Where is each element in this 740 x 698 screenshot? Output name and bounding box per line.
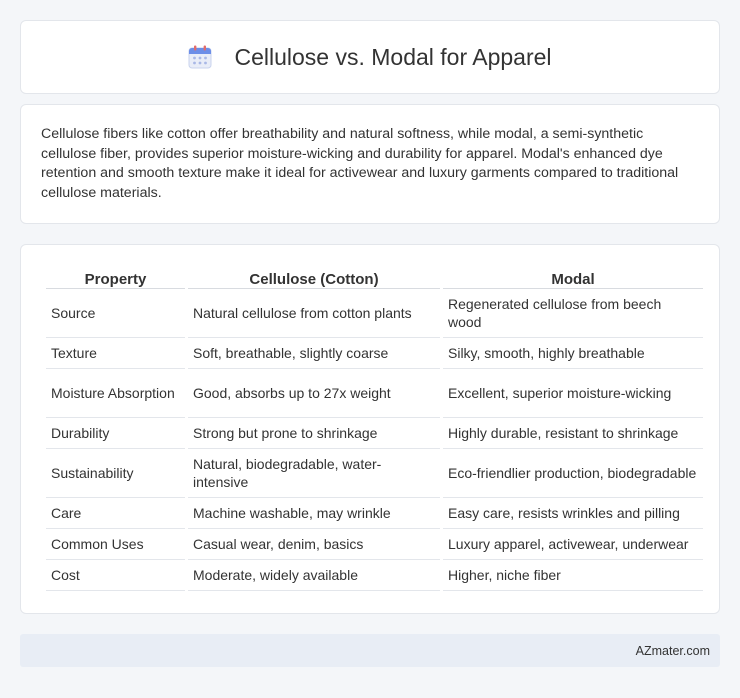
column-header-cellulose: Cellulose (Cotton) — [188, 265, 440, 289]
column-header-property: Property — [46, 265, 185, 289]
footer: AZmater.com — [20, 634, 720, 667]
row-modal-value: Regenerated cellulose from beech wood — [443, 289, 703, 338]
table-row: Moisture Absorption Good, absorbs up to … — [46, 369, 703, 418]
row-modal-value: Luxury apparel, activewear, underwear — [443, 529, 703, 560]
title-card: Cellulose vs. Modal for Apparel — [20, 20, 720, 94]
row-cellulose-value: Casual wear, denim, basics — [188, 529, 440, 560]
row-cellulose-value: Strong but prone to shrinkage — [188, 418, 440, 449]
footer-brand[interactable]: AZmater.com — [636, 644, 710, 658]
table-row: Common Uses Casual wear, denim, basics L… — [46, 529, 703, 560]
row-property: Common Uses — [46, 529, 185, 560]
table-header-row: Property Cellulose (Cotton) Modal — [46, 265, 703, 289]
row-cellulose-value: Natural, biodegradable, water-intensive — [188, 449, 440, 498]
row-modal-value: Higher, niche fiber — [443, 560, 703, 591]
row-cellulose-value: Machine washable, may wrinkle — [188, 498, 440, 529]
row-property: Moisture Absorption — [46, 369, 185, 418]
calendar-icon — [188, 45, 212, 69]
row-modal-value: Excellent, superior moisture-wicking — [443, 369, 703, 418]
row-modal-value: Highly durable, resistant to shrinkage — [443, 418, 703, 449]
row-cellulose-value: Natural cellulose from cotton plants — [188, 289, 440, 338]
table-row: Texture Soft, breathable, slightly coars… — [46, 338, 703, 369]
row-property: Cost — [46, 560, 185, 591]
column-header-modal: Modal — [443, 265, 703, 289]
row-property: Sustainability — [46, 449, 185, 498]
page-title: Cellulose vs. Modal for Apparel — [234, 43, 552, 70]
row-cellulose-value: Moderate, widely available — [188, 560, 440, 591]
row-modal-value: Silky, smooth, highly breathable — [443, 338, 703, 369]
row-property: Care — [46, 498, 185, 529]
row-property: Durability — [46, 418, 185, 449]
description-card: Cellulose fibers like cotton offer breat… — [20, 104, 720, 224]
comparison-table-card: Property Cellulose (Cotton) Modal Source… — [20, 244, 720, 614]
table-row: Care Machine washable, may wrinkle Easy … — [46, 498, 703, 529]
row-modal-value: Easy care, resists wrinkles and pilling — [443, 498, 703, 529]
table-row: Durability Strong but prone to shrinkage… — [46, 418, 703, 449]
table-row: Cost Moderate, widely available Higher, … — [46, 560, 703, 591]
table-row: Sustainability Natural, biodegradable, w… — [46, 449, 703, 498]
description-text: Cellulose fibers like cotton offer breat… — [41, 126, 679, 201]
row-property: Source — [46, 289, 185, 338]
comparison-table: Property Cellulose (Cotton) Modal Source… — [43, 265, 706, 591]
row-modal-value: Eco-friendlier production, biodegradable — [443, 449, 703, 498]
table-row: Source Natural cellulose from cotton pla… — [46, 289, 703, 338]
row-cellulose-value: Good, absorbs up to 27x weight — [188, 369, 440, 418]
row-property: Texture — [46, 338, 185, 369]
row-cellulose-value: Soft, breathable, slightly coarse — [188, 338, 440, 369]
